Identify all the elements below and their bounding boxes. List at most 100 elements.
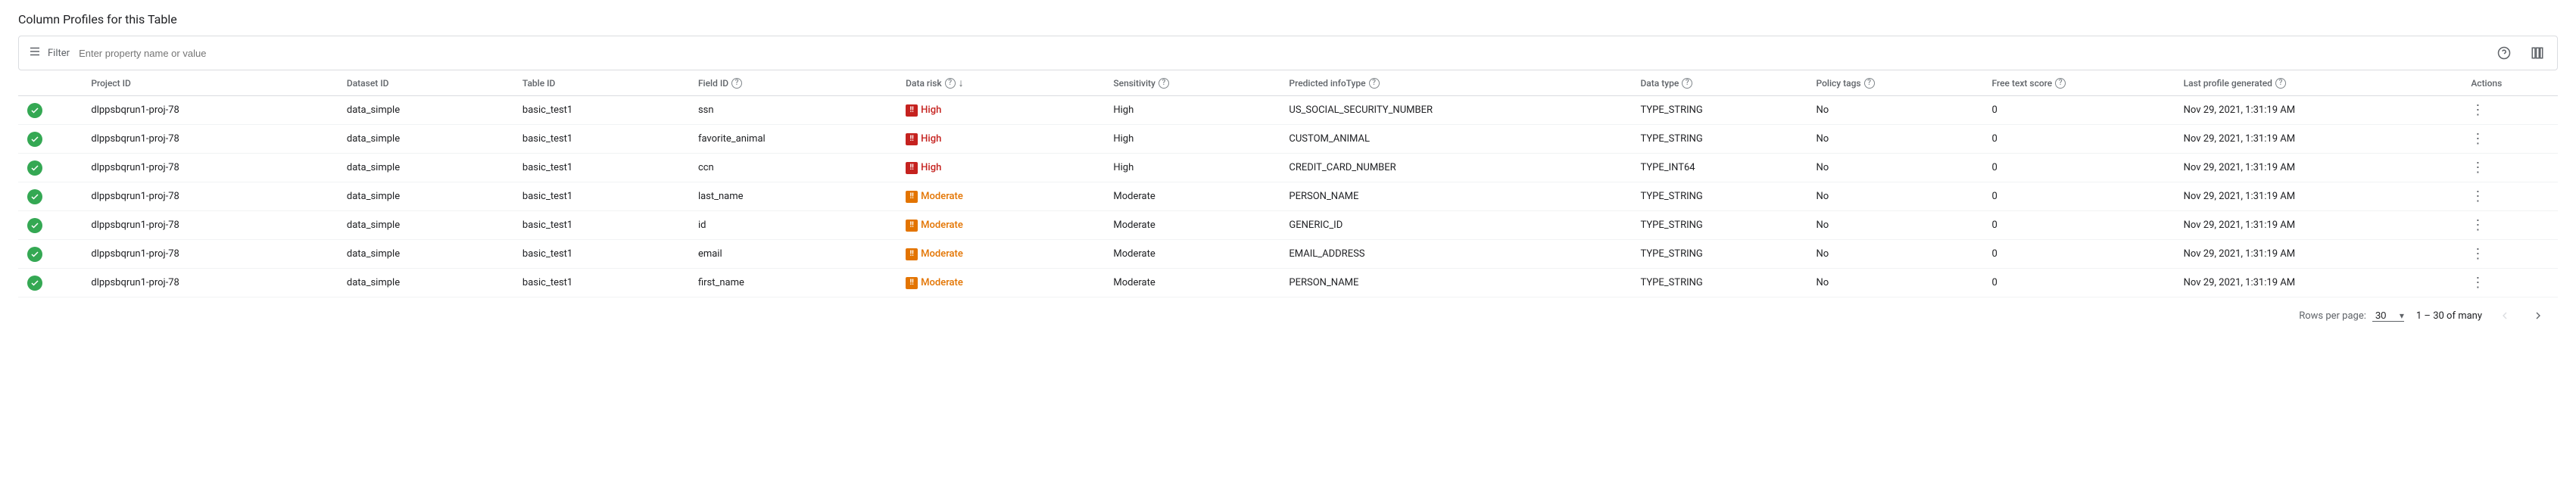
row-table-id: basic_test1 xyxy=(513,269,689,297)
status-check-icon xyxy=(27,189,42,204)
rows-select-wrapper: 10 20 30 50 100 xyxy=(2372,310,2404,322)
row-sensitivity: High xyxy=(1104,154,1280,182)
row-field-id: ccn xyxy=(689,154,897,182)
policy-tags-help-icon[interactable]: ? xyxy=(1864,78,1875,89)
row-policy-tags: No xyxy=(1807,182,1983,211)
predicted-info-type-help-icon[interactable]: ? xyxy=(1369,78,1380,89)
row-free-text-score: 0 xyxy=(1983,96,2175,125)
page-container: Column Profiles for this Table Filter xyxy=(0,0,2576,340)
rows-per-page-select[interactable]: 10 20 30 50 100 xyxy=(2372,310,2404,322)
row-table-id: basic_test1 xyxy=(513,154,689,182)
row-data-type: TYPE_STRING xyxy=(1631,182,1807,211)
risk-level-icon: !! xyxy=(906,162,918,174)
filter-icon xyxy=(28,45,42,61)
row-predicted-info-type: CREDIT_CARD_NUMBER xyxy=(1280,154,1631,182)
risk-badge: !! High xyxy=(906,104,941,117)
last-profile-generated-help-icon[interactable]: ? xyxy=(2275,78,2286,89)
data-risk-help-icon[interactable]: ? xyxy=(945,78,956,89)
risk-level-icon: !! xyxy=(906,248,918,260)
row-actions-menu-button[interactable]: ⋮ xyxy=(2471,102,2485,118)
row-last-profile-generated: Nov 29, 2021, 1:31:19 AM xyxy=(2175,125,2462,154)
data-table: Project ID Dataset ID Table ID Field ID xyxy=(18,70,2558,297)
row-predicted-info-type: US_SOCIAL_SECURITY_NUMBER xyxy=(1280,96,1631,125)
row-last-profile-generated: Nov 29, 2021, 1:31:19 AM xyxy=(2175,269,2462,297)
row-data-risk: !! Moderate xyxy=(897,211,1104,240)
row-data-risk: !! Moderate xyxy=(897,240,1104,269)
row-actions-menu-button[interactable]: ⋮ xyxy=(2471,160,2485,176)
row-status xyxy=(18,125,82,154)
row-field-id: favorite_animal xyxy=(689,125,897,154)
row-actions: ⋮ xyxy=(2462,269,2558,297)
risk-badge: !! High xyxy=(906,133,941,145)
row-last-profile-generated: Nov 29, 2021, 1:31:19 AM xyxy=(2175,182,2462,211)
next-page-button[interactable] xyxy=(2528,305,2549,326)
columns-button[interactable] xyxy=(2527,42,2548,64)
row-free-text-score: 0 xyxy=(1983,154,2175,182)
row-actions: ⋮ xyxy=(2462,125,2558,154)
rows-per-page-container: Rows per page: 10 20 30 50 100 xyxy=(2299,310,2404,322)
row-sensitivity: Moderate xyxy=(1104,211,1280,240)
data-risk-sort-icon[interactable]: ↓ xyxy=(959,76,964,89)
table-row: dlppsbqrun1-proj-78 data_simple basic_te… xyxy=(18,125,2558,154)
field-id-help-icon[interactable]: ? xyxy=(731,78,742,89)
row-actions: ⋮ xyxy=(2462,240,2558,269)
row-actions: ⋮ xyxy=(2462,154,2558,182)
row-sensitivity: Moderate xyxy=(1104,269,1280,297)
row-sensitivity: High xyxy=(1104,96,1280,125)
row-project-id: dlppsbqrun1-proj-78 xyxy=(82,96,338,125)
help-button[interactable] xyxy=(2493,42,2515,64)
row-last-profile-generated: Nov 29, 2021, 1:31:19 AM xyxy=(2175,240,2462,269)
row-table-id: basic_test1 xyxy=(513,240,689,269)
rows-per-page-label: Rows per page: xyxy=(2299,310,2366,322)
row-actions-menu-button[interactable]: ⋮ xyxy=(2471,275,2485,291)
table-body: dlppsbqrun1-proj-78 data_simple basic_te… xyxy=(18,96,2558,297)
row-policy-tags: No xyxy=(1807,240,1983,269)
risk-badge: !! Moderate xyxy=(906,248,963,260)
row-actions-menu-button[interactable]: ⋮ xyxy=(2471,131,2485,147)
row-data-type: TYPE_STRING xyxy=(1631,96,1807,125)
free-text-score-help-icon[interactable]: ? xyxy=(2055,78,2066,89)
row-dataset-id: data_simple xyxy=(338,240,513,269)
row-field-id: email xyxy=(689,240,897,269)
pagination-info: 1 – 30 of many xyxy=(2416,310,2482,322)
row-last-profile-generated: Nov 29, 2021, 1:31:19 AM xyxy=(2175,154,2462,182)
row-project-id: dlppsbqrun1-proj-78 xyxy=(82,125,338,154)
row-policy-tags: No xyxy=(1807,154,1983,182)
filter-toolbar: Filter xyxy=(18,36,2558,70)
row-table-id: basic_test1 xyxy=(513,96,689,125)
row-free-text-score: 0 xyxy=(1983,211,2175,240)
row-project-id: dlppsbqrun1-proj-78 xyxy=(82,269,338,297)
row-data-risk: !! High xyxy=(897,96,1104,125)
row-actions-menu-button[interactable]: ⋮ xyxy=(2471,246,2485,262)
row-predicted-info-type: GENERIC_ID xyxy=(1280,211,1631,240)
filter-label: Filter xyxy=(48,48,70,59)
row-policy-tags: No xyxy=(1807,96,1983,125)
row-actions-menu-button[interactable]: ⋮ xyxy=(2471,188,2485,204)
col-header-field-id: Field ID ? xyxy=(689,70,897,96)
row-actions: ⋮ xyxy=(2462,211,2558,240)
row-status xyxy=(18,154,82,182)
filter-input[interactable] xyxy=(79,48,2493,59)
col-header-free-text-score: Free text score ? xyxy=(1983,70,2175,96)
row-dataset-id: data_simple xyxy=(338,211,513,240)
col-header-dataset-id: Dataset ID xyxy=(338,70,513,96)
prev-page-button[interactable] xyxy=(2494,305,2515,326)
row-field-id: last_name xyxy=(689,182,897,211)
data-type-help-icon[interactable]: ? xyxy=(1682,78,1692,89)
risk-level-icon: !! xyxy=(906,220,918,232)
sensitivity-help-icon[interactable]: ? xyxy=(1159,78,1169,89)
col-header-project-id: Project ID xyxy=(82,70,338,96)
row-data-risk: !! Moderate xyxy=(897,269,1104,297)
table-row: dlppsbqrun1-proj-78 data_simple basic_te… xyxy=(18,182,2558,211)
table-row: dlppsbqrun1-proj-78 data_simple basic_te… xyxy=(18,96,2558,125)
row-predicted-info-type: CUSTOM_ANIMAL xyxy=(1280,125,1631,154)
status-check-icon xyxy=(27,247,42,262)
toolbar-right xyxy=(2493,42,2548,64)
row-data-type: TYPE_STRING xyxy=(1631,240,1807,269)
row-status xyxy=(18,96,82,125)
page-title: Column Profiles for this Table xyxy=(18,12,2558,26)
status-check-icon xyxy=(27,276,42,291)
row-actions-menu-button[interactable]: ⋮ xyxy=(2471,217,2485,233)
row-table-id: basic_test1 xyxy=(513,125,689,154)
row-actions: ⋮ xyxy=(2462,182,2558,211)
